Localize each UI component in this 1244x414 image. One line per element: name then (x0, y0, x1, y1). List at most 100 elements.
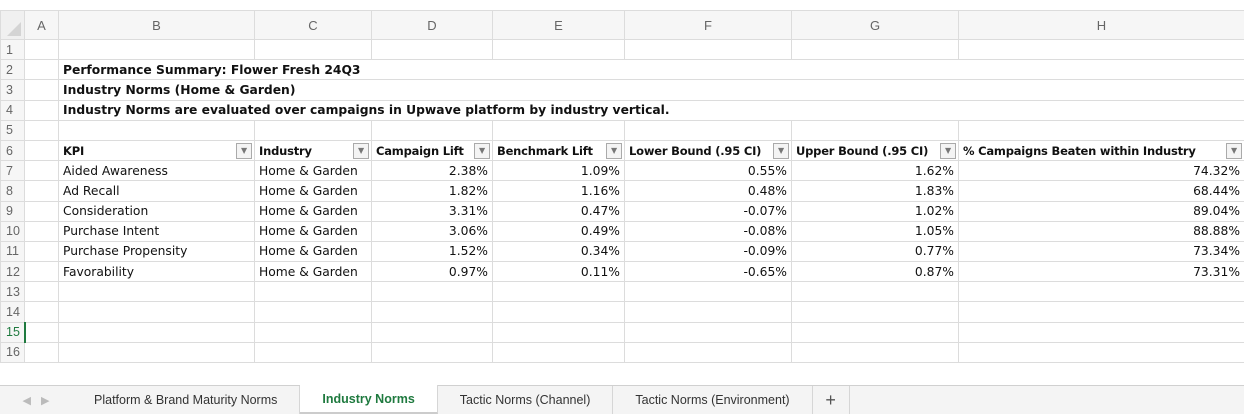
column-header[interactable]: F (624, 10, 792, 40)
data-cell[interactable]: 1.83% (791, 180, 959, 202)
cell[interactable] (58, 341, 255, 364)
data-cell[interactable]: Ad Recall (58, 180, 255, 202)
row-header[interactable]: 5 (0, 119, 25, 141)
row-header[interactable]: 7 (0, 160, 25, 182)
column-title-4[interactable]: Lower Bound (.95 CI) ▼ (624, 139, 792, 162)
cell[interactable] (624, 38, 792, 61)
cell[interactable] (791, 341, 959, 364)
cell[interactable] (58, 321, 255, 343)
column-title-1[interactable]: Industry ▼ (254, 139, 372, 162)
cell[interactable] (24, 301, 59, 323)
cell[interactable] (24, 220, 59, 242)
cell[interactable] (371, 281, 493, 303)
column-title-2[interactable]: Campaign Lift ▼ (371, 139, 493, 162)
cell[interactable] (958, 281, 1244, 303)
cell[interactable] (371, 38, 493, 61)
row-header[interactable]: 14 (0, 301, 25, 323)
data-cell[interactable]: 74.32% (958, 160, 1244, 182)
prev-sheet-icon[interactable]: ◀ (23, 394, 31, 407)
row-header[interactable]: 8 (0, 180, 25, 202)
data-cell[interactable]: 0.55% (624, 160, 792, 182)
data-cell[interactable]: -0.65% (624, 261, 792, 283)
data-cell[interactable]: Home & Garden (254, 261, 372, 283)
cell[interactable] (791, 321, 959, 343)
cell[interactable] (24, 281, 59, 303)
data-cell[interactable]: Purchase Propensity (58, 240, 255, 263)
filter-dropdown-icon[interactable]: ▼ (236, 142, 252, 159)
data-cell[interactable]: Home & Garden (254, 240, 372, 263)
data-cell[interactable]: 1.05% (791, 220, 959, 242)
data-cell[interactable]: -0.08% (624, 220, 792, 242)
data-cell[interactable]: 0.11% (492, 261, 625, 283)
tab-tactic-norms-environment[interactable]: Tactic Norms (Environment) (613, 386, 813, 414)
cell[interactable] (492, 281, 625, 303)
spreadsheet-grid[interactable]: ABCDEFGH 1 2 Performance Summary: Flower F… (0, 10, 1244, 364)
tab-tactic-norms-channel[interactable]: Tactic Norms (Channel) (438, 386, 614, 414)
column-header[interactable]: B (58, 10, 255, 40)
column-title-5[interactable]: Upper Bound (.95 CI) ▼ (791, 139, 959, 162)
cell[interactable] (254, 119, 372, 141)
cell[interactable] (58, 281, 255, 303)
cell[interactable] (371, 301, 493, 323)
data-cell[interactable]: 1.16% (492, 180, 625, 202)
cell[interactable] (624, 119, 792, 141)
data-cell[interactable]: Home & Garden (254, 160, 372, 182)
data-cell[interactable]: Purchase Intent (58, 220, 255, 242)
select-all-corner[interactable] (0, 10, 25, 40)
cell[interactable] (371, 341, 493, 364)
cell[interactable] (492, 301, 625, 323)
column-header[interactable]: G (791, 10, 959, 40)
filter-dropdown-icon[interactable]: ▼ (773, 142, 789, 159)
data-cell[interactable]: 73.31% (958, 261, 1244, 283)
column-header[interactable]: E (492, 10, 625, 40)
row-header[interactable]: 10 (0, 220, 25, 242)
cell[interactable] (24, 38, 59, 61)
filter-dropdown-icon[interactable]: ▼ (474, 142, 490, 159)
cell[interactable] (58, 38, 255, 61)
row-header[interactable]: 13 (0, 281, 25, 303)
cell[interactable] (371, 321, 493, 343)
cell[interactable] (958, 301, 1244, 323)
data-cell[interactable]: 1.02% (791, 200, 959, 222)
row-header[interactable]: 4 (0, 99, 25, 121)
cell[interactable] (624, 341, 792, 364)
data-cell[interactable]: -0.09% (624, 240, 792, 263)
tab-platform-brand-maturity-norms[interactable]: Platform & Brand Maturity Norms (72, 386, 301, 414)
row-header[interactable]: 2 (0, 59, 25, 81)
column-title-3[interactable]: Benchmark Lift ▼ (492, 139, 625, 162)
row-header[interactable]: 3 (0, 79, 25, 101)
data-cell[interactable]: Favorability (58, 261, 255, 283)
cell[interactable] (254, 301, 372, 323)
add-sheet-button[interactable]: + (813, 386, 850, 414)
column-title-0[interactable]: KPI ▼ (58, 139, 255, 162)
data-cell[interactable]: Consideration (58, 200, 255, 222)
cell[interactable] (24, 79, 59, 101)
data-cell[interactable]: 1.82% (371, 180, 493, 202)
data-cell[interactable]: Aided Awareness (58, 160, 255, 182)
data-cell[interactable]: 1.62% (791, 160, 959, 182)
cell[interactable] (791, 301, 959, 323)
row-header[interactable]: 6 (0, 139, 25, 162)
data-cell[interactable]: Home & Garden (254, 180, 372, 202)
cell[interactable] (24, 341, 59, 364)
cell[interactable] (958, 38, 1244, 61)
column-header[interactable]: D (371, 10, 493, 40)
cell[interactable] (24, 59, 59, 81)
cell[interactable] (492, 341, 625, 364)
data-cell[interactable]: 2.38% (371, 160, 493, 182)
cell[interactable] (624, 301, 792, 323)
data-cell[interactable]: 0.87% (791, 261, 959, 283)
data-cell[interactable]: 3.06% (371, 220, 493, 242)
cell[interactable] (24, 180, 59, 202)
data-cell[interactable]: 0.49% (492, 220, 625, 242)
data-cell[interactable]: 89.04% (958, 200, 1244, 222)
row-header[interactable]: 9 (0, 200, 25, 222)
cell[interactable] (24, 321, 59, 343)
cell[interactable] (24, 139, 59, 162)
cell[interactable] (254, 321, 372, 343)
data-cell[interactable]: 0.77% (791, 240, 959, 263)
row-header[interactable]: 11 (0, 240, 25, 263)
cell[interactable] (791, 119, 959, 141)
data-cell[interactable]: 0.34% (492, 240, 625, 263)
filter-dropdown-icon[interactable]: ▼ (940, 142, 956, 159)
